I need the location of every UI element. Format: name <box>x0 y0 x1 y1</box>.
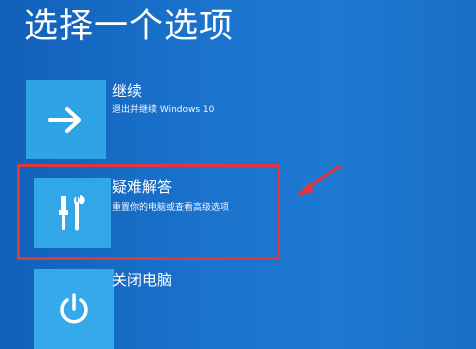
continue-tile[interactable] <box>26 80 106 159</box>
continue-description: 退出并继续 Windows 10 <box>112 105 215 115</box>
annotation-arrow-icon <box>296 164 342 196</box>
continue-label: 继续 <box>112 82 143 100</box>
shutdown-label: 关闭电脑 <box>112 271 173 289</box>
highlight-box <box>17 164 280 260</box>
page-title: 选择一个选项 <box>24 6 234 46</box>
continue-option[interactable]: 继续 退出并继续 Windows 10 <box>26 80 276 160</box>
shutdown-option[interactable]: 关闭电脑 <box>26 263 276 349</box>
arrow-right-icon <box>48 106 81 133</box>
power-icon <box>60 293 88 324</box>
shutdown-tile[interactable] <box>34 269 114 349</box>
